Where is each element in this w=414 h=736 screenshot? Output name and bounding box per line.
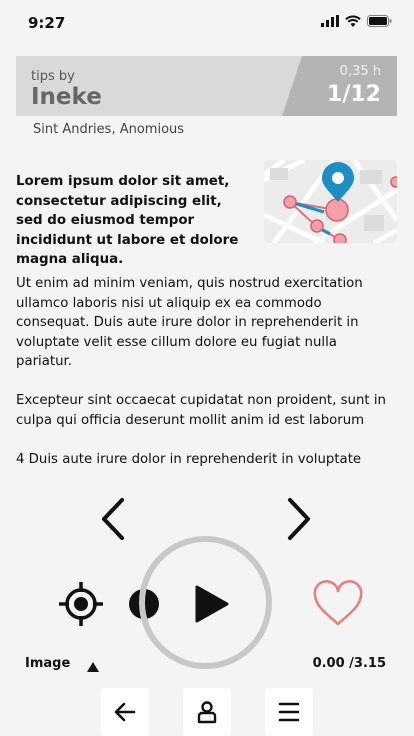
playback-time: 0.00 /3.15 — [312, 656, 386, 671]
tips-by-label: tips by — [31, 69, 75, 84]
location-label: Sint Andries, Anomious — [33, 122, 185, 137]
map-thumbnail[interactable] — [264, 160, 397, 243]
signal-icon — [321, 15, 339, 27]
paragraph: Excepteur sint occaecat cupidatat non pr… — [16, 393, 386, 428]
triangle-up-icon — [87, 662, 99, 672]
tip-body: Ut enim ad minim veniam, quis nostrud ex… — [16, 274, 394, 489]
favorite-button[interactable] — [312, 580, 364, 628]
guide-name: Ineke — [31, 84, 102, 110]
profile-button[interactable] — [183, 688, 231, 736]
status-icons — [321, 15, 392, 27]
menu-button[interactable] — [265, 688, 313, 736]
intro-text: Lorem ipsum dolor sit amet, consectetur … — [16, 174, 239, 267]
play-button[interactable] — [192, 584, 232, 624]
status-time: 9:27 — [28, 14, 66, 32]
wifi-icon — [345, 15, 361, 27]
arrow-left-icon — [114, 702, 136, 722]
tour-duration: 0,35 h — [339, 64, 381, 79]
image-toggle-label[interactable]: Image — [25, 656, 70, 671]
paragraph: Ut enim ad minim veniam, quis nostrud ex… — [16, 276, 363, 369]
crosshair-icon — [59, 582, 103, 626]
play-icon — [195, 585, 229, 623]
stop-counter: 1/12 — [327, 82, 381, 107]
status-bar: 9:27 — [0, 0, 414, 44]
image-toggle-button[interactable] — [86, 658, 100, 672]
next-tip-button[interactable] — [284, 496, 316, 542]
paragraph: 4 Duis aute irure dolor in reprehenderit… — [16, 451, 362, 467]
battery-icon — [367, 15, 392, 27]
chevron-right-icon — [288, 498, 310, 540]
tour-header: tips by Ineke 0,35 h 1/12 — [16, 56, 397, 116]
person-icon — [197, 701, 217, 724]
chevron-left-icon — [102, 498, 124, 540]
locate-button[interactable] — [59, 582, 103, 626]
previous-tip-button[interactable] — [96, 496, 128, 542]
hamburger-icon — [278, 702, 300, 722]
back-button[interactable] — [101, 688, 149, 736]
heart-icon — [313, 580, 363, 626]
